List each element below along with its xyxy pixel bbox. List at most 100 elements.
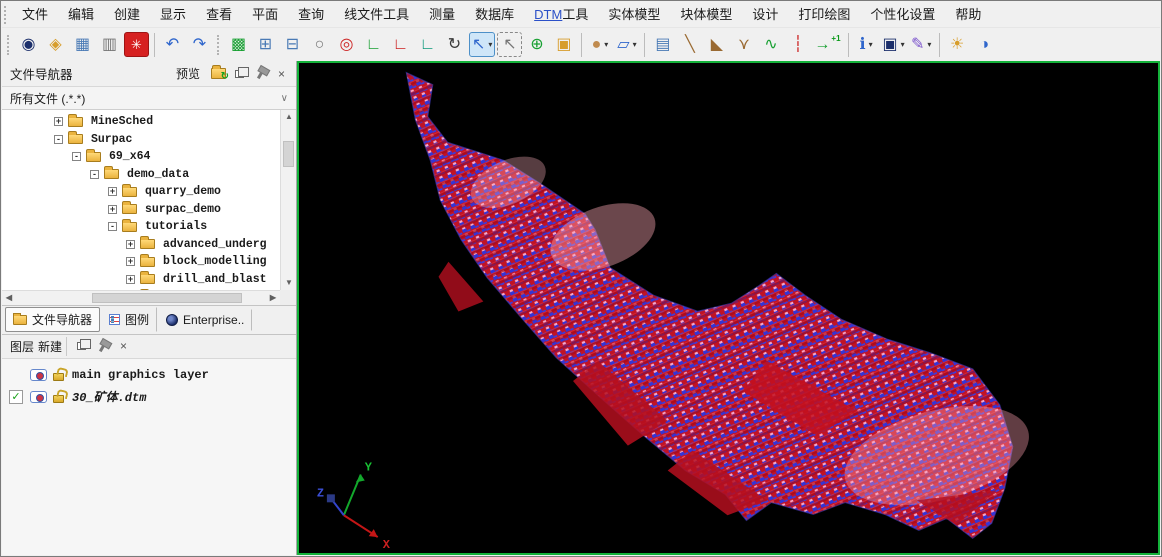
menu-plane[interactable]: 平面 bbox=[242, 2, 288, 27]
tree-item-label[interactable]: demo_data bbox=[124, 167, 192, 182]
save-button[interactable]: ▦ bbox=[70, 32, 95, 57]
scroll-up-icon[interactable]: ▲ bbox=[281, 110, 296, 124]
menu-display[interactable]: 显示 bbox=[150, 2, 196, 27]
renumber-string-button[interactable]: →+1 bbox=[812, 32, 842, 57]
menu-view[interactable]: 查看 bbox=[196, 2, 242, 27]
close-panel-button[interactable]: × bbox=[273, 66, 290, 82]
layer-visibility-eye-icon[interactable] bbox=[30, 369, 47, 381]
menu-inquire[interactable]: 查询 bbox=[288, 2, 334, 27]
tree-item-label[interactable]: Surpac bbox=[88, 132, 135, 147]
tree-horizontal-scrollbar[interactable]: ◀ ▶ bbox=[2, 290, 280, 305]
menu-design[interactable]: 设计 bbox=[742, 2, 788, 27]
layer-row-30-orebody[interactable]: ✓ 30_矿体.dtm bbox=[2, 386, 296, 408]
tree-expand-toggle[interactable]: - bbox=[72, 152, 81, 161]
pin-panel-button[interactable] bbox=[252, 66, 269, 82]
select-tool-button[interactable]: ↖▾ bbox=[469, 32, 495, 57]
open-file-button[interactable]: ◈ bbox=[43, 32, 68, 57]
branch-string-button[interactable]: ⋎ bbox=[731, 32, 756, 57]
menu-file[interactable]: 文件 bbox=[12, 2, 58, 27]
tree-expand-toggle[interactable]: - bbox=[54, 135, 63, 144]
smooth-string-button[interactable]: ∿ bbox=[758, 32, 783, 57]
dropdown-arrow-icon[interactable]: ▾ bbox=[927, 40, 931, 49]
preview-folder-button[interactable] bbox=[210, 66, 227, 82]
zoom-all-button[interactable]: ▩ bbox=[226, 32, 251, 57]
dropdown-arrow-icon[interactable]: ▾ bbox=[901, 40, 905, 49]
tree-expand-toggle[interactable]: + bbox=[126, 275, 135, 284]
tree-item-quarry-demo[interactable]: + quarry_demo bbox=[2, 183, 280, 201]
print-button[interactable]: ▥ bbox=[97, 32, 122, 57]
horizontal-scroll-thumb[interactable] bbox=[92, 293, 242, 303]
menu-survey[interactable]: 测量 bbox=[419, 2, 465, 27]
tree-item-label[interactable]: surpac_demo bbox=[142, 202, 224, 217]
plane-tool-button[interactable]: ▱▾ bbox=[614, 32, 639, 57]
orientation-sphere-button[interactable]: ◑ bbox=[972, 32, 997, 57]
properties-info-button[interactable]: ℹ▾ bbox=[854, 32, 879, 57]
layer-active-checkbox[interactable]: ✓ bbox=[9, 390, 23, 404]
dropdown-arrow-icon[interactable]: ▾ bbox=[604, 40, 608, 49]
tree-expand-toggle[interactable]: + bbox=[126, 257, 135, 266]
layer-label[interactable]: main graphics layer bbox=[72, 368, 209, 382]
menu-database[interactable]: 数据库 bbox=[465, 2, 524, 27]
dropdown-arrow-icon[interactable]: ▾ bbox=[869, 40, 873, 49]
tree-expand-toggle[interactable]: - bbox=[90, 170, 99, 179]
segment-points-button[interactable]: ┆ bbox=[785, 32, 810, 57]
string-properties-button[interactable]: ▤ bbox=[650, 32, 675, 57]
tree-expand-toggle[interactable]: - bbox=[108, 222, 117, 231]
close-string-button[interactable]: ◣ bbox=[704, 32, 729, 57]
layer-label[interactable]: 30_矿体.dtm bbox=[72, 388, 146, 405]
undo-button[interactable]: ↶ bbox=[160, 32, 185, 57]
tree-item-block-modelling[interactable]: + block_modelling bbox=[2, 253, 280, 271]
image-drape-button[interactable]: ▣ bbox=[551, 32, 576, 57]
menu-edit[interactable]: 编辑 bbox=[58, 2, 104, 27]
pin-layers-button[interactable] bbox=[94, 338, 111, 354]
view-section-zy-button[interactable]: ∟ bbox=[415, 32, 440, 57]
zoom-window-button[interactable]: ○ bbox=[307, 32, 332, 57]
box-select-button[interactable]: ↖ bbox=[497, 32, 522, 57]
float-panel-button[interactable] bbox=[231, 66, 248, 82]
layer-visibility-eye-icon[interactable] bbox=[30, 391, 47, 403]
graphics-viewport-3d[interactable]: Y X Z bbox=[297, 61, 1160, 555]
tree-vertical-scrollbar[interactable]: ▲ ▼ bbox=[280, 110, 296, 290]
zoom-in-button[interactable]: ⊞ bbox=[253, 32, 278, 57]
menu-help[interactable]: 帮助 bbox=[945, 2, 991, 27]
tree-expand-toggle[interactable]: + bbox=[126, 240, 135, 249]
layer-unlocked-icon[interactable] bbox=[53, 395, 64, 403]
close-layers-button[interactable]: × bbox=[115, 338, 132, 354]
screen-camera-button[interactable]: ◉ bbox=[16, 32, 41, 57]
tree-item-69-x64[interactable]: - 69_x64 bbox=[2, 148, 280, 166]
view-plan-xy-button[interactable]: ∟ bbox=[361, 32, 386, 57]
rotate-view-button[interactable]: ↻ bbox=[442, 32, 467, 57]
break-line-button[interactable]: ╲ bbox=[677, 32, 702, 57]
file-filter-dropdown[interactable]: 所有文件 (.*.*) ∨ bbox=[2, 87, 296, 110]
point-tool-button[interactable]: ●▾ bbox=[587, 32, 612, 57]
menu-dtm-tools[interactable]: DTM工具 bbox=[524, 2, 598, 27]
float-layers-button[interactable] bbox=[73, 338, 90, 354]
tree-item-label[interactable]: drill_and_blast bbox=[160, 272, 270, 287]
view-section-xz-button[interactable]: ∟ bbox=[388, 32, 413, 57]
tree-item-label[interactable]: 69_x64 bbox=[106, 149, 153, 164]
layer-row-main-graphics[interactable]: main graphics layer bbox=[2, 364, 296, 386]
reset-graphics-button[interactable]: ✳ bbox=[124, 32, 149, 57]
tree-item-advanced-underground[interactable]: + advanced_underg bbox=[2, 236, 280, 254]
dropdown-arrow-icon[interactable]: ▾ bbox=[488, 40, 492, 49]
menu-customise[interactable]: 个性化设置 bbox=[860, 2, 945, 27]
tree-expand-toggle[interactable]: + bbox=[108, 187, 117, 196]
menu-create[interactable]: 创建 bbox=[104, 2, 150, 27]
tree-expand-toggle[interactable]: + bbox=[54, 117, 63, 126]
tab-enterprise[interactable]: Enterprise.. bbox=[158, 309, 252, 331]
scroll-left-icon[interactable]: ◀ bbox=[2, 291, 16, 305]
new-layer-button[interactable]: 新建 bbox=[34, 337, 67, 356]
tree-item-tutorials[interactable]: - tutorials bbox=[2, 218, 280, 236]
tree-item-demo-data[interactable]: - demo_data bbox=[2, 166, 280, 184]
lighting-button[interactable]: ☀ bbox=[945, 32, 970, 57]
menu-block-model[interactable]: 块体模型 bbox=[670, 2, 742, 27]
data-point-button[interactable]: ◎ bbox=[334, 32, 359, 57]
tree-item-label[interactable]: MineSched bbox=[88, 114, 156, 129]
tab-legend[interactable]: 图例 bbox=[101, 307, 157, 332]
tree-item-surpac-demo[interactable]: + surpac_demo bbox=[2, 201, 280, 219]
tree-item-label[interactable]: tutorials bbox=[142, 219, 210, 234]
vertical-scroll-thumb[interactable] bbox=[283, 141, 294, 168]
redo-button[interactable]: ↷ bbox=[187, 32, 212, 57]
tree-item-drill-and-blast[interactable]: + drill_and_blast bbox=[2, 271, 280, 289]
tree-item-surpac[interactable]: - Surpac bbox=[2, 131, 280, 149]
